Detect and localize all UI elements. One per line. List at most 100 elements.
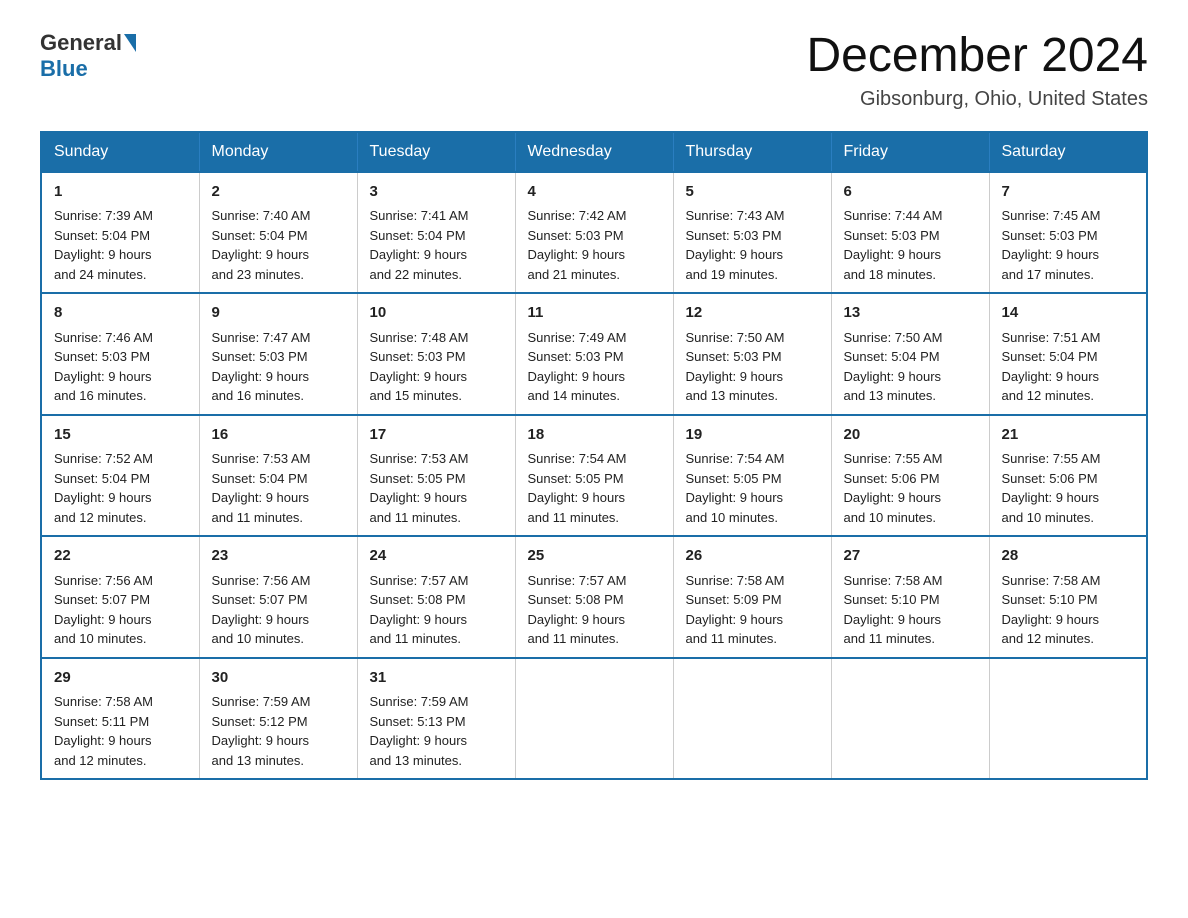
sunrise-info: Sunrise: 7:39 AM	[54, 206, 187, 226]
calendar-cell: 11 Sunrise: 7:49 AM Sunset: 5:03 PM Dayl…	[515, 293, 673, 415]
sunrise-info: Sunrise: 7:48 AM	[370, 328, 503, 348]
sunrise-info: Sunrise: 7:44 AM	[844, 206, 977, 226]
day-number: 4	[528, 181, 661, 204]
calendar-cell	[515, 658, 673, 780]
sunrise-info: Sunrise: 7:54 AM	[686, 449, 819, 469]
header-saturday: Saturday	[989, 132, 1147, 172]
calendar-cell: 12 Sunrise: 7:50 AM Sunset: 5:03 PM Dayl…	[673, 293, 831, 415]
calendar-cell: 2 Sunrise: 7:40 AM Sunset: 5:04 PM Dayli…	[199, 172, 357, 294]
sunrise-info: Sunrise: 7:57 AM	[528, 571, 661, 591]
sunset-info: Sunset: 5:03 PM	[1002, 226, 1135, 246]
daylight-minutes: and 22 minutes.	[370, 265, 503, 285]
daylight-info: Daylight: 9 hours	[212, 245, 345, 265]
sunset-info: Sunset: 5:07 PM	[212, 590, 345, 610]
daylight-info: Daylight: 9 hours	[528, 488, 661, 508]
sunset-info: Sunset: 5:04 PM	[212, 469, 345, 489]
daylight-minutes: and 10 minutes.	[54, 629, 187, 649]
sunrise-info: Sunrise: 7:45 AM	[1002, 206, 1135, 226]
sunrise-info: Sunrise: 7:53 AM	[212, 449, 345, 469]
daylight-minutes: and 13 minutes.	[844, 386, 977, 406]
daylight-minutes: and 10 minutes.	[686, 508, 819, 528]
daylight-info: Daylight: 9 hours	[686, 610, 819, 630]
daylight-info: Daylight: 9 hours	[370, 610, 503, 630]
day-number: 15	[54, 424, 187, 447]
header: General Blue December 2024 Gibsonburg, O…	[40, 30, 1148, 111]
day-number: 8	[54, 302, 187, 325]
sunset-info: Sunset: 5:10 PM	[844, 590, 977, 610]
header-thursday: Thursday	[673, 132, 831, 172]
calendar-cell: 15 Sunrise: 7:52 AM Sunset: 5:04 PM Dayl…	[41, 415, 199, 537]
day-number: 25	[528, 545, 661, 568]
sunrise-info: Sunrise: 7:49 AM	[528, 328, 661, 348]
daylight-info: Daylight: 9 hours	[528, 367, 661, 387]
calendar-cell: 4 Sunrise: 7:42 AM Sunset: 5:03 PM Dayli…	[515, 172, 673, 294]
daylight-info: Daylight: 9 hours	[54, 731, 187, 751]
calendar-cell: 31 Sunrise: 7:59 AM Sunset: 5:13 PM Dayl…	[357, 658, 515, 780]
daylight-info: Daylight: 9 hours	[1002, 245, 1135, 265]
daylight-info: Daylight: 9 hours	[212, 488, 345, 508]
day-number: 2	[212, 181, 345, 204]
calendar-week-row: 29 Sunrise: 7:58 AM Sunset: 5:11 PM Dayl…	[41, 658, 1147, 780]
calendar-cell: 17 Sunrise: 7:53 AM Sunset: 5:05 PM Dayl…	[357, 415, 515, 537]
sunrise-info: Sunrise: 7:46 AM	[54, 328, 187, 348]
calendar-week-row: 22 Sunrise: 7:56 AM Sunset: 5:07 PM Dayl…	[41, 536, 1147, 658]
calendar-cell: 16 Sunrise: 7:53 AM Sunset: 5:04 PM Dayl…	[199, 415, 357, 537]
sunrise-info: Sunrise: 7:58 AM	[844, 571, 977, 591]
sunrise-info: Sunrise: 7:56 AM	[212, 571, 345, 591]
calendar-cell: 8 Sunrise: 7:46 AM Sunset: 5:03 PM Dayli…	[41, 293, 199, 415]
sunset-info: Sunset: 5:03 PM	[212, 347, 345, 367]
daylight-minutes: and 16 minutes.	[212, 386, 345, 406]
day-number: 5	[686, 181, 819, 204]
calendar-header-row: SundayMondayTuesdayWednesdayThursdayFrid…	[41, 132, 1147, 172]
logo-general-text: General	[40, 30, 122, 56]
calendar-cell: 9 Sunrise: 7:47 AM Sunset: 5:03 PM Dayli…	[199, 293, 357, 415]
sunset-info: Sunset: 5:07 PM	[54, 590, 187, 610]
sunset-info: Sunset: 5:08 PM	[370, 590, 503, 610]
daylight-info: Daylight: 9 hours	[370, 367, 503, 387]
day-number: 20	[844, 424, 977, 447]
sunset-info: Sunset: 5:03 PM	[844, 226, 977, 246]
calendar-cell: 5 Sunrise: 7:43 AM Sunset: 5:03 PM Dayli…	[673, 172, 831, 294]
daylight-minutes: and 16 minutes.	[54, 386, 187, 406]
page-subtitle: Gibsonburg, Ohio, United States	[806, 88, 1148, 111]
sunrise-info: Sunrise: 7:52 AM	[54, 449, 187, 469]
sunset-info: Sunset: 5:08 PM	[528, 590, 661, 610]
sunset-info: Sunset: 5:03 PM	[528, 226, 661, 246]
sunset-info: Sunset: 5:11 PM	[54, 712, 187, 732]
day-number: 6	[844, 181, 977, 204]
daylight-info: Daylight: 9 hours	[844, 367, 977, 387]
daylight-info: Daylight: 9 hours	[528, 610, 661, 630]
header-sunday: Sunday	[41, 132, 199, 172]
logo-blue-text: Blue	[40, 56, 88, 81]
day-number: 22	[54, 545, 187, 568]
daylight-minutes: and 21 minutes.	[528, 265, 661, 285]
logo: General Blue	[40, 30, 138, 82]
daylight-minutes: and 14 minutes.	[528, 386, 661, 406]
day-number: 12	[686, 302, 819, 325]
sunrise-info: Sunrise: 7:55 AM	[1002, 449, 1135, 469]
daylight-minutes: and 13 minutes.	[686, 386, 819, 406]
header-tuesday: Tuesday	[357, 132, 515, 172]
calendar-week-row: 1 Sunrise: 7:39 AM Sunset: 5:04 PM Dayli…	[41, 172, 1147, 294]
calendar-cell: 20 Sunrise: 7:55 AM Sunset: 5:06 PM Dayl…	[831, 415, 989, 537]
daylight-minutes: and 12 minutes.	[1002, 629, 1135, 649]
daylight-minutes: and 11 minutes.	[528, 508, 661, 528]
calendar-week-row: 15 Sunrise: 7:52 AM Sunset: 5:04 PM Dayl…	[41, 415, 1147, 537]
day-number: 27	[844, 545, 977, 568]
daylight-info: Daylight: 9 hours	[528, 245, 661, 265]
day-number: 1	[54, 181, 187, 204]
sunset-info: Sunset: 5:03 PM	[686, 226, 819, 246]
day-number: 7	[1002, 181, 1135, 204]
calendar-cell: 10 Sunrise: 7:48 AM Sunset: 5:03 PM Dayl…	[357, 293, 515, 415]
daylight-minutes: and 11 minutes.	[686, 629, 819, 649]
day-number: 9	[212, 302, 345, 325]
sunset-info: Sunset: 5:04 PM	[54, 226, 187, 246]
calendar-cell: 27 Sunrise: 7:58 AM Sunset: 5:10 PM Dayl…	[831, 536, 989, 658]
sunset-info: Sunset: 5:04 PM	[370, 226, 503, 246]
day-number: 31	[370, 667, 503, 690]
daylight-info: Daylight: 9 hours	[54, 610, 187, 630]
sunrise-info: Sunrise: 7:57 AM	[370, 571, 503, 591]
calendar-cell: 30 Sunrise: 7:59 AM Sunset: 5:12 PM Dayl…	[199, 658, 357, 780]
sunrise-info: Sunrise: 7:50 AM	[686, 328, 819, 348]
daylight-minutes: and 13 minutes.	[370, 751, 503, 771]
